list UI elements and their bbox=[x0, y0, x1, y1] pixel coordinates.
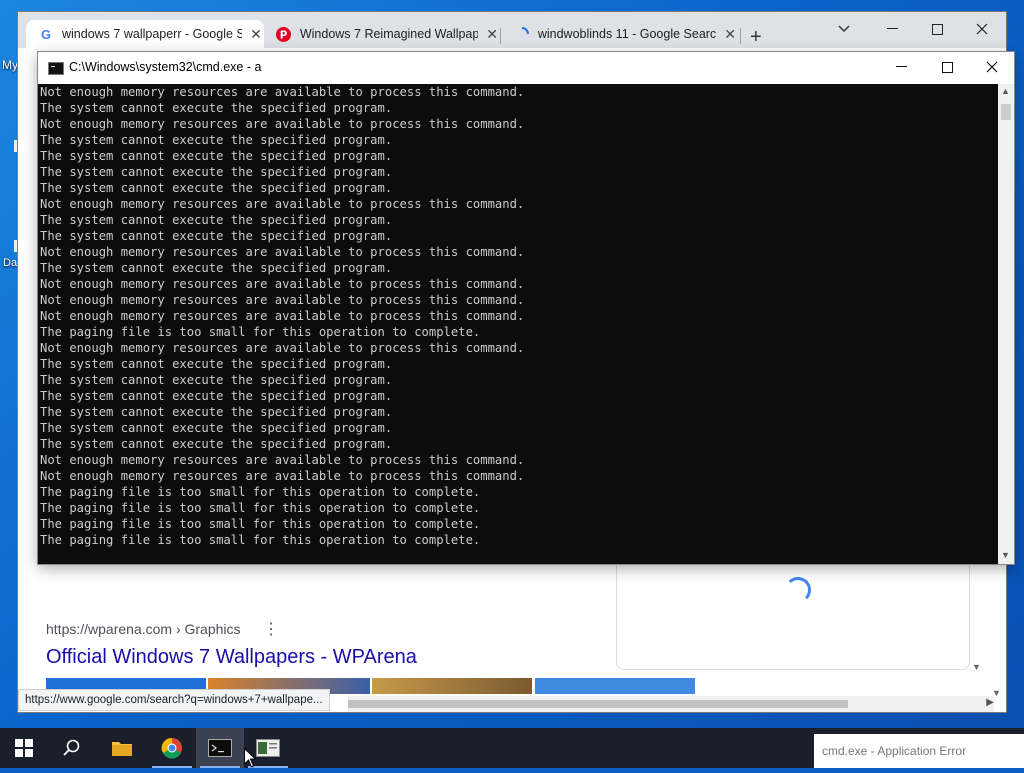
console-line: The system cannot execute the specified … bbox=[40, 389, 393, 403]
start-button-icon[interactable] bbox=[0, 728, 48, 768]
console-line: Not enough memory resources are availabl… bbox=[40, 469, 525, 483]
console-line: The system cannot execute the specified … bbox=[40, 149, 393, 163]
scrollbar-thumb[interactable] bbox=[1001, 104, 1011, 120]
vertical-scrollbar[interactable]: ▲ ▼ bbox=[998, 84, 1014, 564]
tab-title: Windows 7 Reimagined Wallpape bbox=[299, 27, 479, 41]
console-line: Not enough memory resources are availabl… bbox=[40, 85, 525, 99]
close-window-icon[interactable] bbox=[969, 52, 1015, 82]
horizontal-scrollbar[interactable]: ▶ bbox=[348, 696, 994, 712]
minimize-icon[interactable] bbox=[878, 52, 924, 82]
result-image-thumbnail[interactable] bbox=[372, 678, 532, 694]
application-error-taskbar-button[interactable]: cmd.exe - Application Error bbox=[814, 734, 1024, 768]
panel-scroll-down-icon[interactable]: ▼ bbox=[972, 662, 981, 672]
scroll-up-icon[interactable]: ▲ bbox=[1001, 86, 1010, 96]
console-line: The system cannot execute the specified … bbox=[40, 261, 393, 275]
more-options-icon[interactable]: ⋮ bbox=[263, 619, 279, 639]
console-line: The system cannot execute the specified … bbox=[40, 213, 393, 227]
loading-spinner-icon bbox=[785, 577, 811, 603]
minimize-icon[interactable] bbox=[870, 18, 914, 40]
cmd-titlebar[interactable]: C:\Windows\system32\cmd.exe - a bbox=[38, 52, 1014, 84]
console-line: Not enough memory resources are availabl… bbox=[40, 197, 525, 211]
loading-icon bbox=[514, 26, 530, 42]
tab-pinterest[interactable]: P Windows 7 Reimagined Wallpape ✕ bbox=[264, 20, 500, 48]
svg-text:P: P bbox=[280, 29, 288, 41]
tab-close-icon[interactable]: ✕ bbox=[484, 26, 500, 43]
console-line: Not enough memory resources are availabl… bbox=[40, 277, 525, 291]
console-line: Not enough memory resources are availabl… bbox=[40, 117, 525, 131]
console-line: Not enough memory resources are availabl… bbox=[40, 341, 525, 355]
new-tab-button[interactable]: + bbox=[750, 26, 762, 49]
chrome-icon[interactable] bbox=[148, 728, 196, 768]
tab-search-chevron-icon[interactable] bbox=[822, 18, 866, 40]
desktop-icon-label: My bbox=[2, 58, 18, 72]
search-icon[interactable] bbox=[48, 728, 96, 768]
scroll-down-icon[interactable]: ▼ bbox=[1001, 550, 1010, 560]
console-line: The paging file is too small for this op… bbox=[40, 517, 481, 531]
console-line: The system cannot execute the specified … bbox=[40, 421, 393, 435]
result-image-thumbnail[interactable] bbox=[535, 678, 695, 694]
console-output[interactable]: Not enough memory resources are availabl… bbox=[38, 84, 998, 564]
console-line: The system cannot execute the specified … bbox=[40, 357, 393, 371]
result-site-url[interactable]: https://wparena.com › Graphics bbox=[46, 621, 241, 637]
console-line: The system cannot execute the specified … bbox=[40, 437, 393, 451]
google-icon: G bbox=[40, 26, 52, 42]
tab-windowblinds-search[interactable]: windwoblinds 11 - Google Searc ✕ bbox=[502, 20, 738, 48]
link-status-bar: https://www.google.com/search?q=windows+… bbox=[18, 689, 330, 711]
console-icon bbox=[48, 62, 64, 75]
mouse-cursor-icon bbox=[244, 747, 257, 773]
console-line: The system cannot execute the specified … bbox=[40, 165, 393, 179]
console-line: The system cannot execute the specified … bbox=[40, 373, 393, 387]
file-explorer-icon[interactable] bbox=[98, 728, 146, 768]
tab-strip: G windows 7 wallpaperr - Google S ✕ P Wi… bbox=[18, 12, 1006, 48]
desktop-icon-label: Da bbox=[3, 257, 18, 269]
console-line: Not enough memory resources are availabl… bbox=[40, 293, 525, 307]
console-line: Not enough memory resources are availabl… bbox=[40, 245, 525, 259]
console-line: The paging file is too small for this op… bbox=[40, 533, 481, 547]
tab-close-icon[interactable]: ✕ bbox=[722, 26, 738, 43]
console-line: The paging file is too small for this op… bbox=[40, 485, 481, 499]
console-line: Not enough memory resources are availabl… bbox=[40, 309, 525, 323]
console-line: The paging file is too small for this op… bbox=[40, 501, 481, 515]
scroll-right-icon[interactable]: ▶ bbox=[986, 697, 994, 708]
cmd-taskbar-icon[interactable] bbox=[196, 728, 244, 768]
console-line: Not enough memory resources are availabl… bbox=[40, 453, 525, 467]
maximize-icon[interactable] bbox=[924, 52, 970, 82]
console-line: The system cannot execute the specified … bbox=[40, 181, 393, 195]
console-line: The system cannot execute the specified … bbox=[40, 229, 393, 243]
console-line: The system cannot execute the specified … bbox=[40, 101, 393, 115]
console-line: The paging file is too small for this op… bbox=[40, 325, 481, 339]
tab-separator bbox=[740, 28, 741, 44]
cmd-window: C:\Windows\system32\cmd.exe - a Not enou… bbox=[38, 52, 1014, 564]
maximize-icon[interactable] bbox=[915, 18, 959, 40]
scrollbar-thumb[interactable] bbox=[348, 700, 848, 708]
console-line: The system cannot execute the specified … bbox=[40, 405, 393, 419]
tab-title: windwoblinds 11 - Google Searc bbox=[537, 27, 717, 41]
console-line: The system cannot execute the specified … bbox=[40, 133, 393, 147]
tab-separator bbox=[500, 28, 501, 44]
tab-title: windows 7 wallpaperr - Google S bbox=[62, 27, 242, 41]
pinterest-icon: P bbox=[276, 26, 292, 42]
close-window-icon[interactable] bbox=[960, 18, 1004, 40]
cmd-window-title: C:\Windows\system32\cmd.exe - a bbox=[69, 60, 262, 74]
tab-google-search[interactable]: G windows 7 wallpaperr - Google S ✕ bbox=[26, 20, 264, 48]
tab-close-icon[interactable]: ✕ bbox=[248, 26, 264, 43]
result-title-link[interactable]: Official Windows 7 Wallpapers - WPArena bbox=[46, 646, 417, 669]
